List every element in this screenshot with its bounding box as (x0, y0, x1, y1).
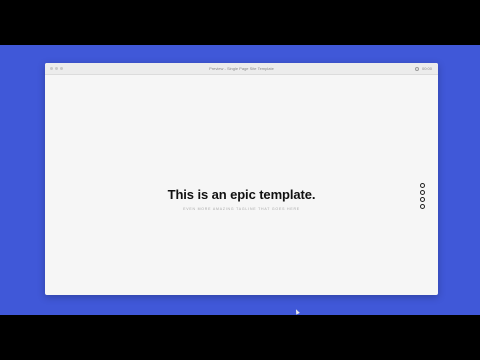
page-content: This is an epic template. Even more amaz… (45, 75, 438, 295)
dot-nav-item-4[interactable] (420, 204, 425, 209)
dot-nav-item-1[interactable] (420, 183, 425, 188)
dot-nav-item-2[interactable] (420, 190, 425, 195)
hero-tagline: Even more amazing tagline that goes here (183, 207, 300, 211)
section-dot-nav (420, 183, 425, 209)
dot-nav-item-3[interactable] (420, 197, 425, 202)
titlebar-status: 00:00 (414, 64, 432, 73)
browser-window: Preview - Single Page Site Template 00:0… (45, 63, 438, 295)
window-titlebar[interactable]: Preview - Single Page Site Template 00:0… (45, 63, 438, 75)
globe-icon[interactable] (414, 66, 419, 71)
hero-headline: This is an epic template. (167, 187, 316, 202)
screen: Preview - Single Page Site Template 00:0… (0, 0, 480, 360)
clock-label: 00:00 (421, 66, 432, 71)
window-title: Preview - Single Page Site Template (209, 66, 274, 71)
